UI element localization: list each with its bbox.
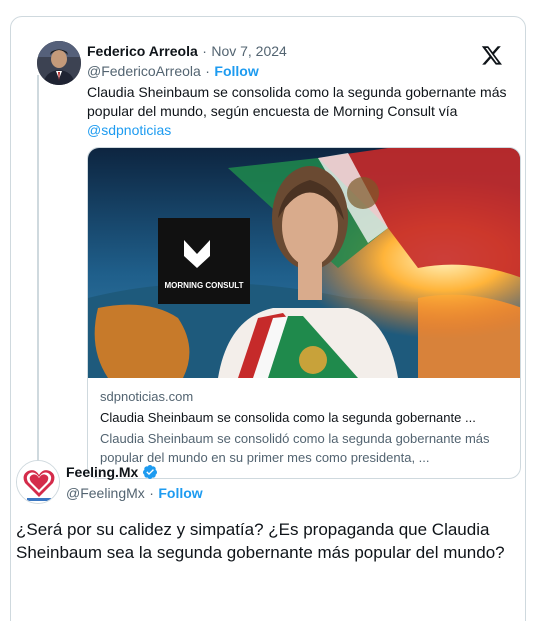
author-handle[interactable]: @FedericoArreola (87, 63, 201, 79)
x-logo-icon[interactable] (481, 44, 503, 66)
separator: · (149, 485, 154, 501)
follow-button[interactable]: Follow (214, 63, 258, 79)
avatar-feeling-mx[interactable] (16, 460, 60, 504)
separator: · (202, 43, 207, 59)
main-tweet-text: ¿Será por su calidez y simpatía? ¿Es pro… (16, 520, 505, 562)
link-domain[interactable]: sdpnoticias.com (100, 388, 510, 406)
author-handle[interactable]: @FeelingMx (66, 485, 145, 501)
link-description: Claudia Sheinbaum se consolidó como la s… (100, 431, 490, 465)
link-title[interactable]: Claudia Sheinbaum se consolida como la s… (100, 409, 510, 427)
author-name[interactable]: Feeling.Mx (66, 464, 138, 480)
main-tweet-subheader: @FeelingMx · Follow (66, 485, 203, 503)
quoted-tweet[interactable]: Federico Arreola · Nov 7, 2024 @Federico… (21, 29, 521, 479)
tweet-date[interactable]: Nov 7, 2024 (211, 43, 287, 59)
separator: · (205, 63, 210, 79)
verified-badge-icon[interactable] (142, 464, 158, 480)
quoted-tweet-header: Federico Arreola · Nov 7, 2024 (87, 43, 287, 61)
link-preview-card[interactable]: MORNING CONSULT sdpnoticias.com Claudia … (87, 147, 521, 479)
thread-connector-line (37, 75, 39, 471)
quoted-tweet-text: Claudia Sheinbaum se consolida como la s… (87, 83, 507, 140)
link-meta: sdpnoticias.com Claudia Sheinbaum se con… (100, 388, 510, 467)
tweet-body: Claudia Sheinbaum se consolida como la s… (87, 84, 507, 119)
quoted-tweet-subheader: @FedericoArreola · Follow (87, 63, 259, 81)
morning-consult-logo-text: MORNING CONSULT (165, 281, 244, 290)
avatar-federico-arreola[interactable] (37, 41, 81, 85)
mention-link[interactable]: @sdpnoticias (87, 122, 171, 138)
main-tweet-header: Feeling.Mx (66, 464, 158, 480)
author-name[interactable]: Federico Arreola (87, 43, 198, 59)
article-thumbnail[interactable]: MORNING CONSULT (88, 148, 521, 378)
follow-button[interactable]: Follow (158, 485, 202, 501)
